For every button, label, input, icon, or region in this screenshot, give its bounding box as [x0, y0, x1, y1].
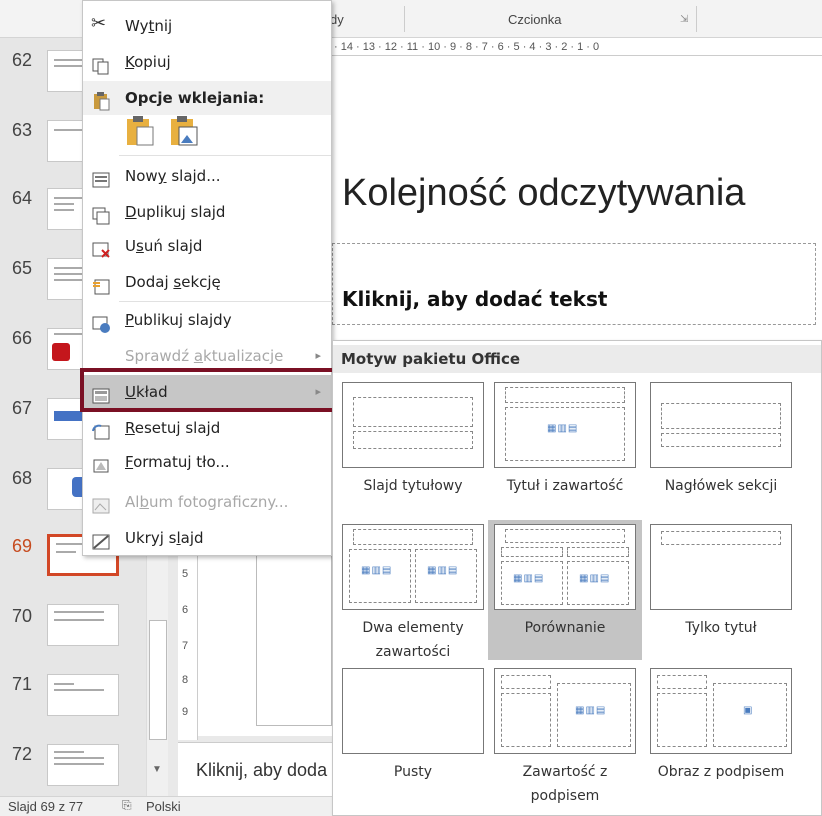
scissors-icon: ✂: [91, 13, 107, 34]
layout-two-content[interactable]: ▦▥▤ ▦▥▤ Dwa elementy zawartości: [336, 520, 490, 660]
layout-picture-with-caption[interactable]: ▣ Obraz z podpisem: [644, 664, 798, 804]
menu-item-format-background[interactable]: Formatuj tło...: [83, 445, 331, 479]
paste-as-picture-icon[interactable]: [167, 115, 201, 151]
slide-number: 68: [12, 468, 33, 488]
scroll-down-icon[interactable]: ▼: [152, 764, 162, 775]
format-background-icon: [91, 453, 111, 473]
publish-slides-icon: [91, 311, 111, 333]
menu-item-photo-album: Album fotograficzny...: [83, 485, 331, 519]
paste-use-destination-icon[interactable]: [123, 115, 157, 151]
paste-icon: [91, 89, 111, 111]
slide-edge: [256, 540, 332, 726]
slide-number: 66: [12, 328, 33, 348]
add-section-icon: [91, 273, 111, 295]
delete-slide-icon: [91, 237, 111, 258]
menu-item-duplicate-slide[interactable]: Duplikuj slajd: [83, 195, 331, 229]
slide-number: 62: [12, 50, 33, 70]
slide-number: 70: [12, 606, 33, 626]
menu-item-publish-slides[interactable]: Publikuj slajdy: [83, 303, 331, 337]
ruler-tick: 6: [182, 604, 189, 616]
layout-title-slide[interactable]: Slajd tytułowy: [336, 378, 490, 518]
menu-item-new-slide[interactable]: Nowy slajd...: [83, 159, 331, 193]
duplicate-slide-icon: [91, 203, 111, 225]
layout-blank[interactable]: Pusty: [336, 664, 490, 804]
menu-item-cut[interactable]: ✂ Wytnij: [83, 9, 331, 43]
paste-options-header: Opcje wklejania:: [83, 81, 331, 115]
ribbon-divider: [696, 6, 697, 32]
menu-item-add-section[interactable]: Dodaj sekcję: [83, 265, 331, 299]
placeholder-text[interactable]: Kliknij, aby dodać tekst: [342, 287, 607, 311]
vertical-ruler: 5 6 7 8 9: [178, 540, 198, 740]
ribbon-group-font: Czcionka: [508, 12, 562, 27]
slide-thumbnail[interactable]: [47, 674, 119, 716]
menu-item-hide-slide[interactable]: Ukryj slajd: [83, 521, 331, 555]
highlight-frame: [80, 368, 336, 412]
slide-thumbnail[interactable]: [47, 604, 119, 646]
hide-slide-icon: [91, 529, 111, 550]
ruler-tick: 5: [182, 568, 189, 580]
ruler-tick: 8: [182, 674, 189, 686]
photo-album-icon: [91, 493, 111, 514]
ribbon-divider: [404, 6, 405, 32]
layout-content-with-caption[interactable]: ▦▥▤ Zawartość z podpisem: [488, 664, 642, 804]
new-slide-icon: [91, 167, 111, 188]
text-placeholder[interactable]: [332, 243, 816, 325]
menu-item-copy[interactable]: Kopiuj: [83, 45, 331, 79]
spellcheck-icon[interactable]: ⎘: [122, 798, 132, 813]
notes-placeholder[interactable]: Kliknij, aby doda: [196, 760, 327, 781]
slide-number: 72: [12, 744, 33, 764]
language-indicator[interactable]: Polski: [146, 799, 181, 814]
slide-number: 71: [12, 674, 33, 694]
context-menu: ✂ Wytnij Kopiuj Opcje wklejania: Nowy sl…: [82, 0, 332, 556]
slide-number: 64: [12, 188, 33, 208]
slide-number: 67: [12, 398, 33, 418]
layout-comparison[interactable]: ▦▥▤ ▦▥▤ Porównanie: [488, 520, 642, 660]
copy-icon: [91, 53, 111, 75]
gallery-header: Motyw pakietu Office: [333, 345, 821, 373]
slide-number: 63: [12, 120, 33, 140]
layout-section-header[interactable]: Nagłówek sekcji: [644, 378, 798, 518]
slide-number: 65: [12, 258, 33, 278]
slide-counter: Slajd 69 z 77: [8, 799, 84, 814]
layout-title-only[interactable]: Tylko tytuł: [644, 520, 798, 660]
reset-slide-icon: [91, 419, 111, 440]
menu-item-reset-slide[interactable]: Resetuj slajd: [83, 411, 331, 445]
font-dialog-launcher-icon[interactable]: ⇲: [680, 14, 688, 25]
slide-thumbnail[interactable]: [47, 744, 119, 786]
ribbon-group-label: dy: [330, 12, 344, 27]
menu-item-delete-slide[interactable]: Usuń slajd: [83, 229, 331, 263]
ruler-tick: 9: [182, 706, 189, 718]
ruler-tick: 7: [182, 640, 189, 652]
slide-title[interactable]: Kolejność odczytywania: [342, 172, 745, 215]
horizontal-ruler: · 14 · 13 · 12 · 11 · 10 · 9 · 8 · 7 · 6…: [330, 38, 822, 56]
scrollbar-thumb[interactable]: [149, 620, 167, 740]
layout-title-and-content[interactable]: ▦▥▤ Tytuł i zawartość: [488, 378, 642, 518]
slide-number: 69: [12, 536, 33, 556]
